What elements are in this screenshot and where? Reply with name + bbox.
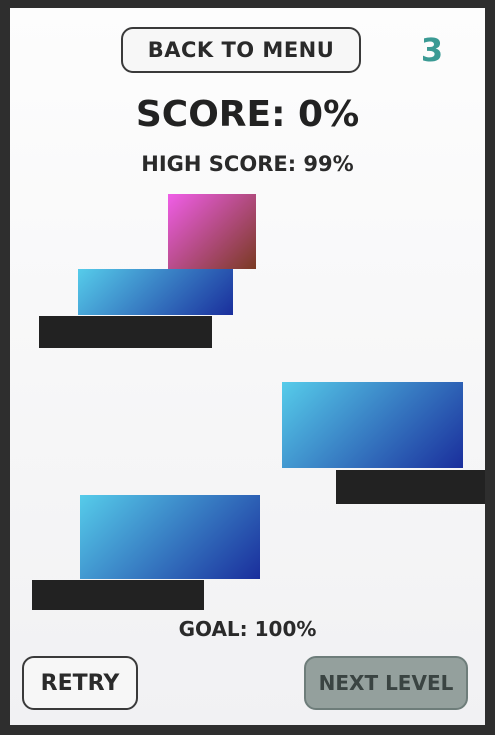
level-number: 3 xyxy=(420,31,444,69)
next-level-button[interactable]: NEXT LEVEL xyxy=(304,656,468,710)
platform-left-bottom xyxy=(32,580,204,610)
retry-button[interactable]: RETRY xyxy=(22,656,138,710)
pink-block[interactable] xyxy=(168,194,256,269)
score-label: SCORE: 0% xyxy=(135,94,360,135)
back-to-menu-button[interactable]: BACK TO MENU xyxy=(121,27,361,73)
goal-label: GOAL: 100% xyxy=(178,617,317,641)
platform-right xyxy=(336,470,485,504)
blue-block-stack-top[interactable] xyxy=(78,269,233,315)
blue-block-bottom[interactable] xyxy=(80,495,260,579)
game-screen: BACK TO MENU 3 SCORE: 0% HIGH SCORE: 99%… xyxy=(10,8,485,725)
blue-block-right[interactable] xyxy=(282,382,463,468)
platform-left-top xyxy=(39,316,212,348)
high-score-label: HIGH SCORE: 99% xyxy=(141,152,354,176)
